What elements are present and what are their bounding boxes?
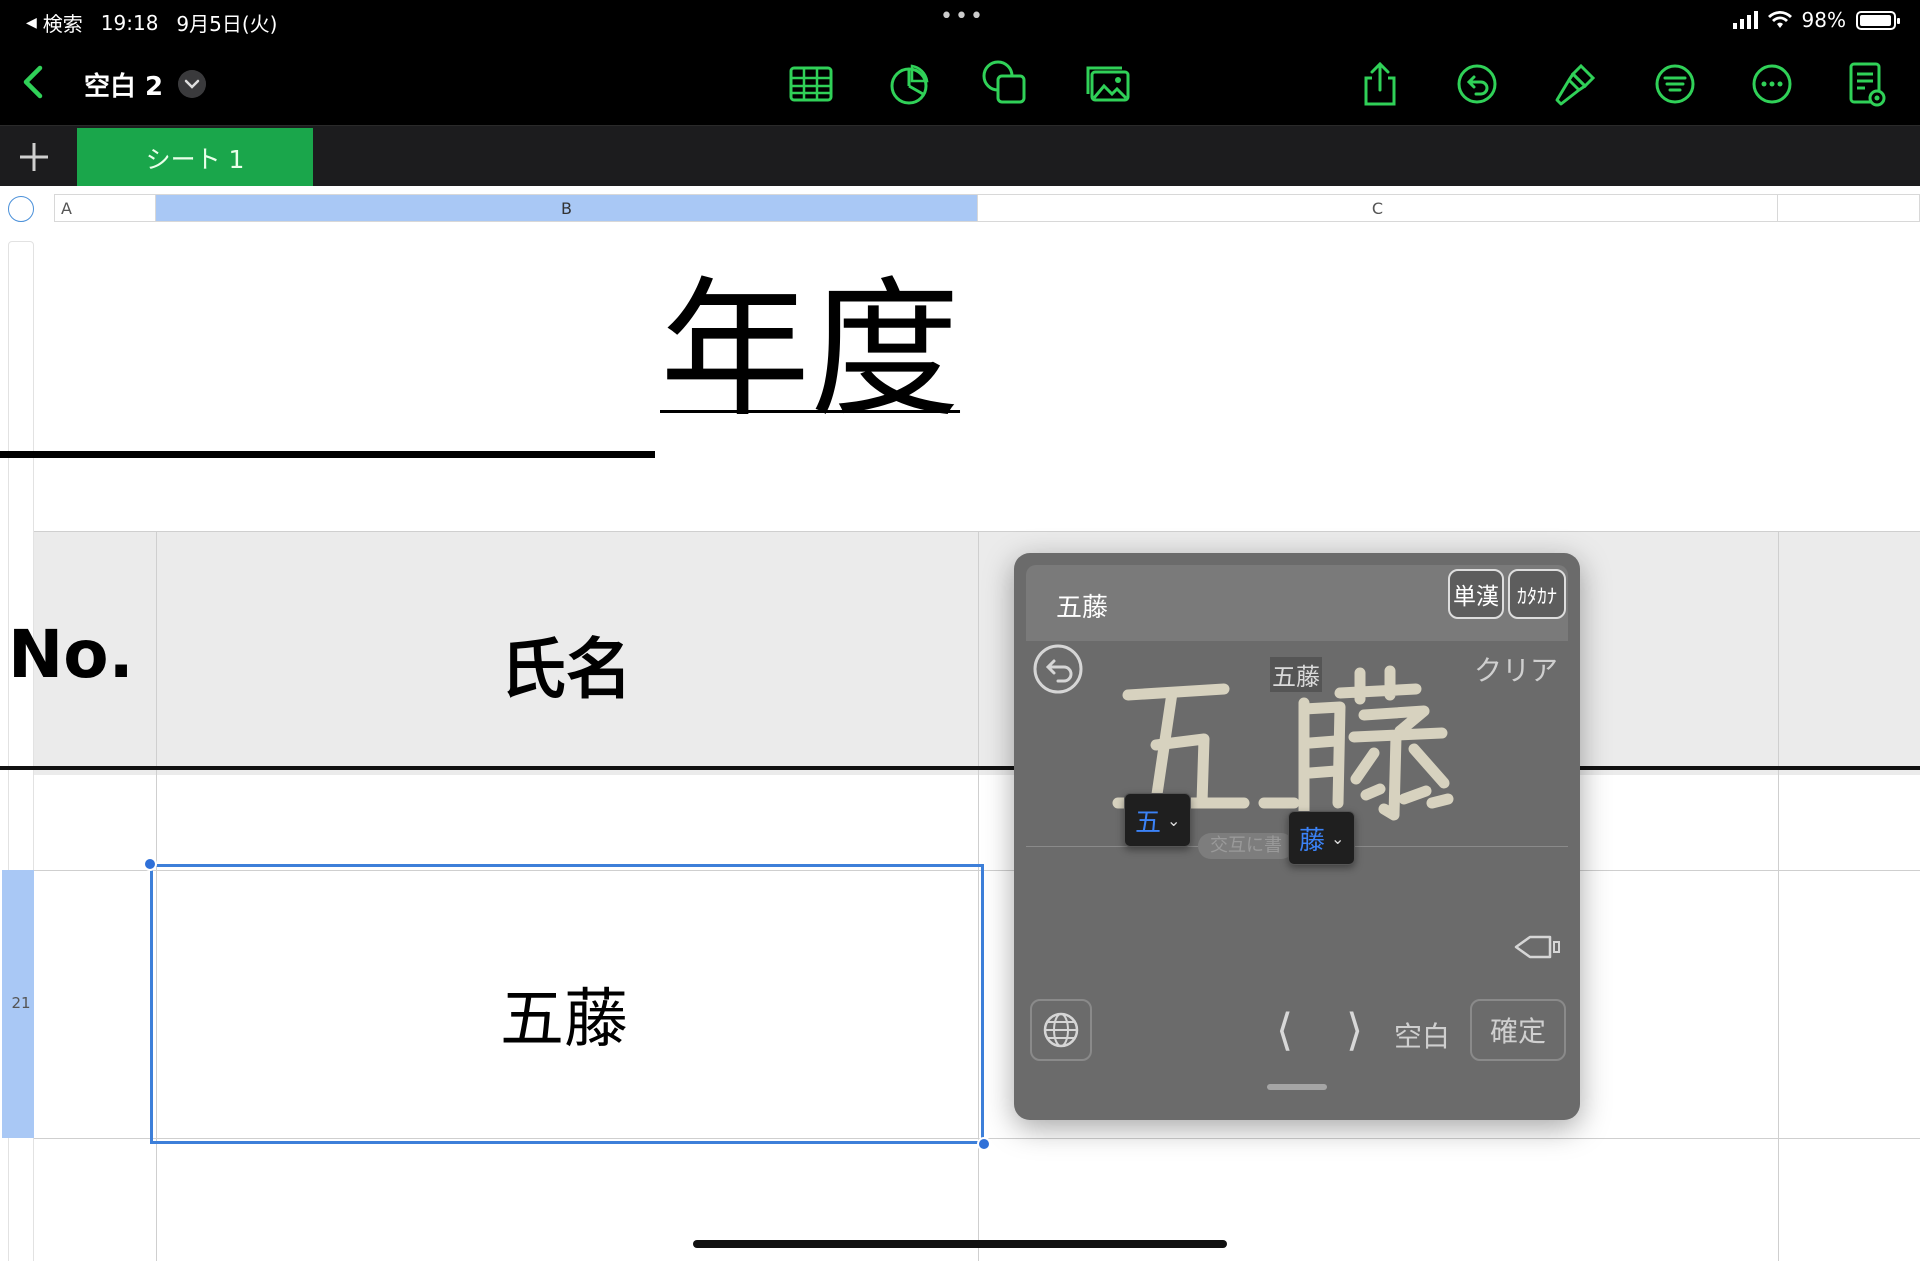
sheet-tab-bar: シート 1 bbox=[0, 125, 1920, 187]
confirm-key[interactable]: 確定 bbox=[1470, 999, 1566, 1061]
battery-percent: 98% bbox=[1801, 8, 1846, 32]
candidate-text[interactable]: 五藤 bbox=[1056, 587, 1108, 624]
back-triangle-icon[interactable]: ◀ bbox=[26, 15, 37, 31]
spreadsheet-grid[interactable]: A B C 年度 1 No. 氏名 21 五藤 bbox=[0, 186, 1920, 1261]
signal-icon bbox=[1732, 11, 1758, 29]
back-chevron-icon[interactable] bbox=[18, 62, 48, 102]
selection-handle-bottom-right[interactable] bbox=[977, 1137, 991, 1151]
undo-stroke-icon[interactable] bbox=[1032, 643, 1084, 695]
single-kanji-button[interactable]: 単漢 bbox=[1448, 569, 1504, 619]
header-row bbox=[34, 531, 1920, 775]
document-title[interactable]: 空白 2 bbox=[84, 66, 163, 103]
space-key[interactable]: 空白 bbox=[1394, 1015, 1450, 1055]
chevron-down-icon: ⌄ bbox=[1331, 828, 1345, 848]
wifi-icon bbox=[1767, 11, 1792, 28]
top-bar: ◀ 検索 19:18 9月5日(火) ••• 98% 空白 2 bbox=[0, 0, 1920, 125]
tab-sheet-1[interactable]: シート 1 bbox=[77, 128, 313, 187]
status-date: 9月5日(火) bbox=[176, 12, 278, 36]
battery-icon bbox=[1856, 10, 1900, 30]
undo-icon[interactable] bbox=[1453, 60, 1501, 108]
char-candidate-2-label: 藤 bbox=[1299, 825, 1326, 856]
row-number[interactable]: 21 bbox=[8, 994, 34, 1012]
document-view-icon[interactable] bbox=[1842, 60, 1890, 108]
cell-value[interactable]: 五藤 bbox=[500, 968, 628, 1060]
panel-drag-handle[interactable] bbox=[1267, 1084, 1327, 1090]
header-bottom-border bbox=[0, 766, 1920, 770]
back-app-label[interactable]: 検索 bbox=[43, 8, 83, 37]
cursor-right-key[interactable]: ⟩ bbox=[1346, 1005, 1363, 1056]
cursor-left-key[interactable]: ⟨ bbox=[1276, 1005, 1293, 1056]
grid-line bbox=[1778, 531, 1779, 1261]
table-icon[interactable] bbox=[787, 60, 835, 108]
more-icon[interactable] bbox=[1748, 60, 1796, 108]
alternate-writing-hint: 交互に書 bbox=[1198, 833, 1294, 859]
selection-handle-top-left[interactable] bbox=[143, 857, 157, 871]
shape-icon[interactable] bbox=[982, 60, 1030, 108]
char-candidate-1[interactable]: 五 ⌄ bbox=[1124, 793, 1192, 847]
status-time: 19:18 bbox=[100, 10, 159, 35]
format-brush-icon[interactable] bbox=[1551, 60, 1599, 108]
globe-key[interactable] bbox=[1030, 999, 1092, 1061]
char-candidate-2[interactable]: 藤 ⌄ bbox=[1288, 811, 1356, 865]
fiscal-year-title: 年度 bbox=[660, 264, 961, 438]
add-sheet-icon[interactable] bbox=[16, 139, 52, 175]
status-right: 98% bbox=[1732, 8, 1900, 32]
status-left: ◀ 検索 19:18 9月5日(火) bbox=[26, 8, 277, 37]
header-cell-no[interactable]: No. bbox=[8, 616, 134, 693]
column-header-c[interactable]: C bbox=[978, 194, 1778, 222]
grid-line bbox=[34, 531, 1920, 532]
title-dropdown-icon[interactable] bbox=[178, 70, 206, 98]
select-all-button[interactable] bbox=[8, 196, 34, 222]
header-cell-name[interactable]: 氏名 bbox=[500, 616, 632, 712]
column-header-b[interactable]: B bbox=[156, 194, 978, 222]
home-indicator[interactable] bbox=[693, 1240, 1227, 1248]
media-icon[interactable] bbox=[1084, 60, 1132, 108]
column-header-d[interactable] bbox=[1778, 194, 1920, 222]
filter-icon[interactable] bbox=[1651, 60, 1699, 108]
recognized-text-preview: 五藤 bbox=[1270, 657, 1322, 692]
katakana-button[interactable]: ｶﾀｶﾅ bbox=[1508, 569, 1566, 619]
chart-icon[interactable] bbox=[885, 60, 933, 108]
chevron-down-icon: ⌄ bbox=[1167, 810, 1181, 830]
handwriting-keyboard-panel[interactable]: 五藤 単漢 ｶﾀｶﾅ クリア 五藤 交互に書 五 ⌄ 藤 ⌄ ⟨ ⟩ 空白 確定 bbox=[1014, 553, 1580, 1120]
multitasking-dots[interactable]: ••• bbox=[940, 4, 985, 29]
globe-icon bbox=[1043, 1012, 1079, 1048]
char-candidate-1-label: 五 bbox=[1135, 807, 1162, 838]
title-underline bbox=[0, 451, 655, 458]
column-header-a[interactable]: A bbox=[54, 194, 156, 222]
share-icon[interactable] bbox=[1356, 60, 1404, 108]
delete-icon[interactable] bbox=[1510, 927, 1564, 967]
